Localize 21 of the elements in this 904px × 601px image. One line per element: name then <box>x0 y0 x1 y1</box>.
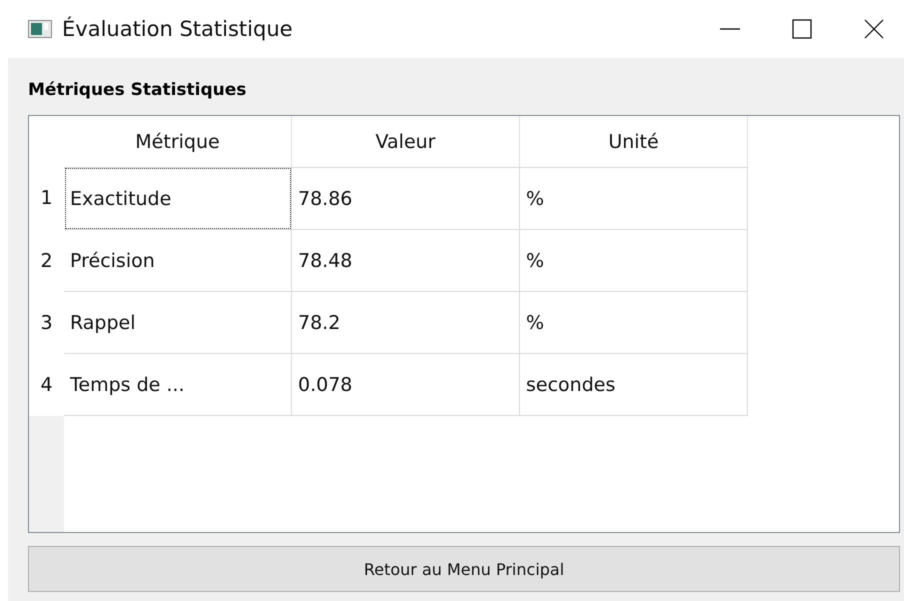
table-cell[interactable]: 78.86 <box>292 167 520 230</box>
window-title: Évaluation Statistique <box>62 17 293 41</box>
close-icon[interactable] <box>864 19 884 39</box>
table-cell[interactable]: % <box>520 230 748 292</box>
table-cell[interactable]: secondes <box>520 354 748 416</box>
table-cell[interactable]: 78.2 <box>292 292 520 354</box>
table-cell[interactable]: % <box>520 167 748 230</box>
group-title: Métriques Statistiques <box>28 78 248 102</box>
table-cell[interactable]: % <box>520 292 748 354</box>
maximize-icon[interactable] <box>792 19 812 39</box>
table-cell[interactable]: 78.48 <box>292 230 520 292</box>
table-cell[interactable]: Exactitude <box>64 167 292 230</box>
column-header[interactable]: Unité <box>520 116 748 167</box>
table-cell[interactable]: Rappel <box>64 292 292 354</box>
column-header[interactable]: Métrique <box>64 116 292 167</box>
back-button[interactable]: Retour au Menu Principal <box>28 546 900 592</box>
table-cell[interactable]: Précision <box>64 230 292 292</box>
table-cell[interactable]: Temps de ... <box>64 354 292 416</box>
column-header[interactable]: Valeur <box>292 116 520 167</box>
app-icon <box>28 20 52 38</box>
table-cell[interactable]: 0.078 <box>292 354 520 416</box>
